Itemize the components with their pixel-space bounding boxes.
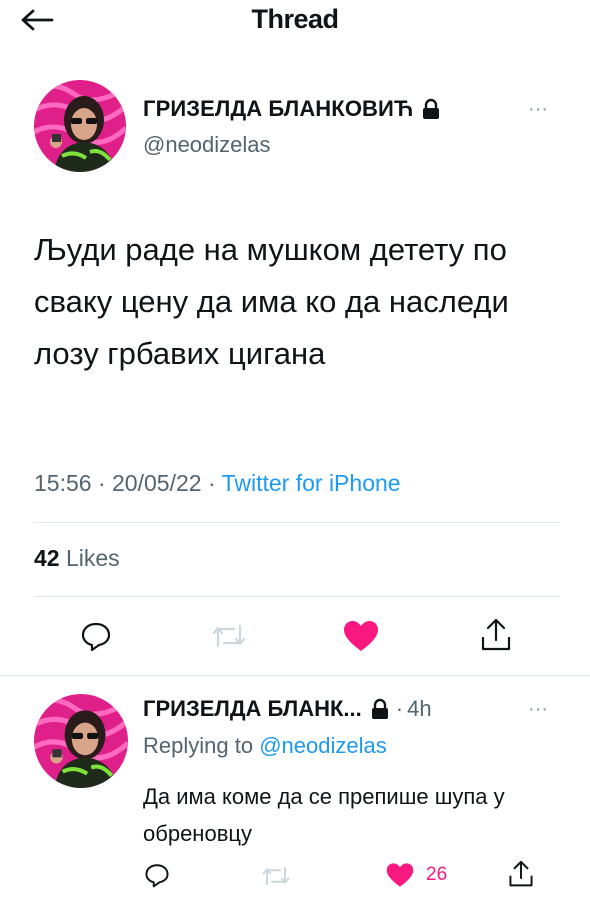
like-button[interactable] bbox=[343, 620, 379, 652]
page-title: Thread bbox=[251, 4, 339, 34]
reply-reply-button[interactable] bbox=[144, 862, 170, 888]
likes-label: Likes bbox=[65, 545, 120, 571]
reply-separator: · bbox=[395, 696, 404, 721]
meta-separator: · bbox=[97, 470, 106, 496]
replying-mention-link[interactable]: @neodizelas bbox=[259, 733, 387, 758]
reply-retweet-button[interactable] bbox=[262, 864, 290, 888]
meta-separator: · bbox=[207, 470, 216, 496]
heart-filled-icon bbox=[386, 863, 414, 887]
reply-author-name-text: ГРИЗЕЛДА БЛАНК... bbox=[143, 696, 362, 721]
author-name[interactable]: ГРИЗЕЛДА БЛАНКОВИЋ bbox=[143, 96, 441, 122]
share-icon bbox=[481, 618, 511, 651]
reply-more-options-icon[interactable]: ··· bbox=[528, 698, 548, 721]
tweet-time: 15:56 bbox=[34, 470, 92, 496]
tweet-source-link[interactable]: Twitter for iPhone bbox=[222, 470, 401, 496]
more-options-icon[interactable]: ··· bbox=[528, 98, 548, 121]
reply-time: 4h bbox=[407, 696, 432, 721]
retweet-icon bbox=[212, 624, 246, 648]
reply-button[interactable] bbox=[80, 620, 112, 652]
reply-author-name[interactable]: ГРИЗЕЛДА БЛАНК... · 4h bbox=[143, 696, 432, 722]
likes-number: 42 bbox=[34, 545, 60, 571]
retweet-button[interactable] bbox=[212, 622, 246, 650]
replying-prefix: Replying to bbox=[143, 733, 254, 758]
tweet-metadata: 15:56 · 20/05/22 · Twitter for iPhone bbox=[34, 470, 401, 497]
heart-filled-icon bbox=[344, 621, 378, 651]
author-name-text: ГРИЗЕЛДА БЛАНКОВИЋ bbox=[143, 96, 414, 121]
share-button[interactable] bbox=[480, 618, 512, 652]
thread-header: Thread bbox=[0, 0, 590, 44]
share-icon bbox=[509, 860, 533, 887]
tweet-date: 20/05/22 bbox=[112, 470, 202, 496]
reply-share-button[interactable] bbox=[508, 860, 534, 888]
divider bbox=[34, 522, 560, 523]
reply-icon bbox=[145, 864, 169, 888]
reply-tweet-text: Да има коме да се препише шупа у обренов… bbox=[143, 784, 505, 846]
divider bbox=[34, 596, 560, 597]
replying-to: Replying to @neodizelas bbox=[143, 733, 387, 759]
likes-count[interactable]: 42 Likes bbox=[34, 545, 120, 572]
author-handle[interactable]: @neodizelas bbox=[143, 132, 271, 158]
retweet-icon bbox=[262, 866, 290, 886]
tweet-text: Људи раде на мушком детету по сваку цену… bbox=[34, 232, 509, 371]
lock-icon bbox=[423, 98, 440, 119]
author-avatar[interactable] bbox=[34, 80, 126, 172]
reply-like-count: 26 bbox=[426, 864, 448, 885]
divider bbox=[0, 675, 590, 676]
lock-icon bbox=[371, 698, 388, 719]
reply-like-button[interactable]: 26 bbox=[386, 862, 447, 888]
reply-author-avatar[interactable] bbox=[34, 694, 128, 788]
reply-icon bbox=[81, 622, 111, 652]
